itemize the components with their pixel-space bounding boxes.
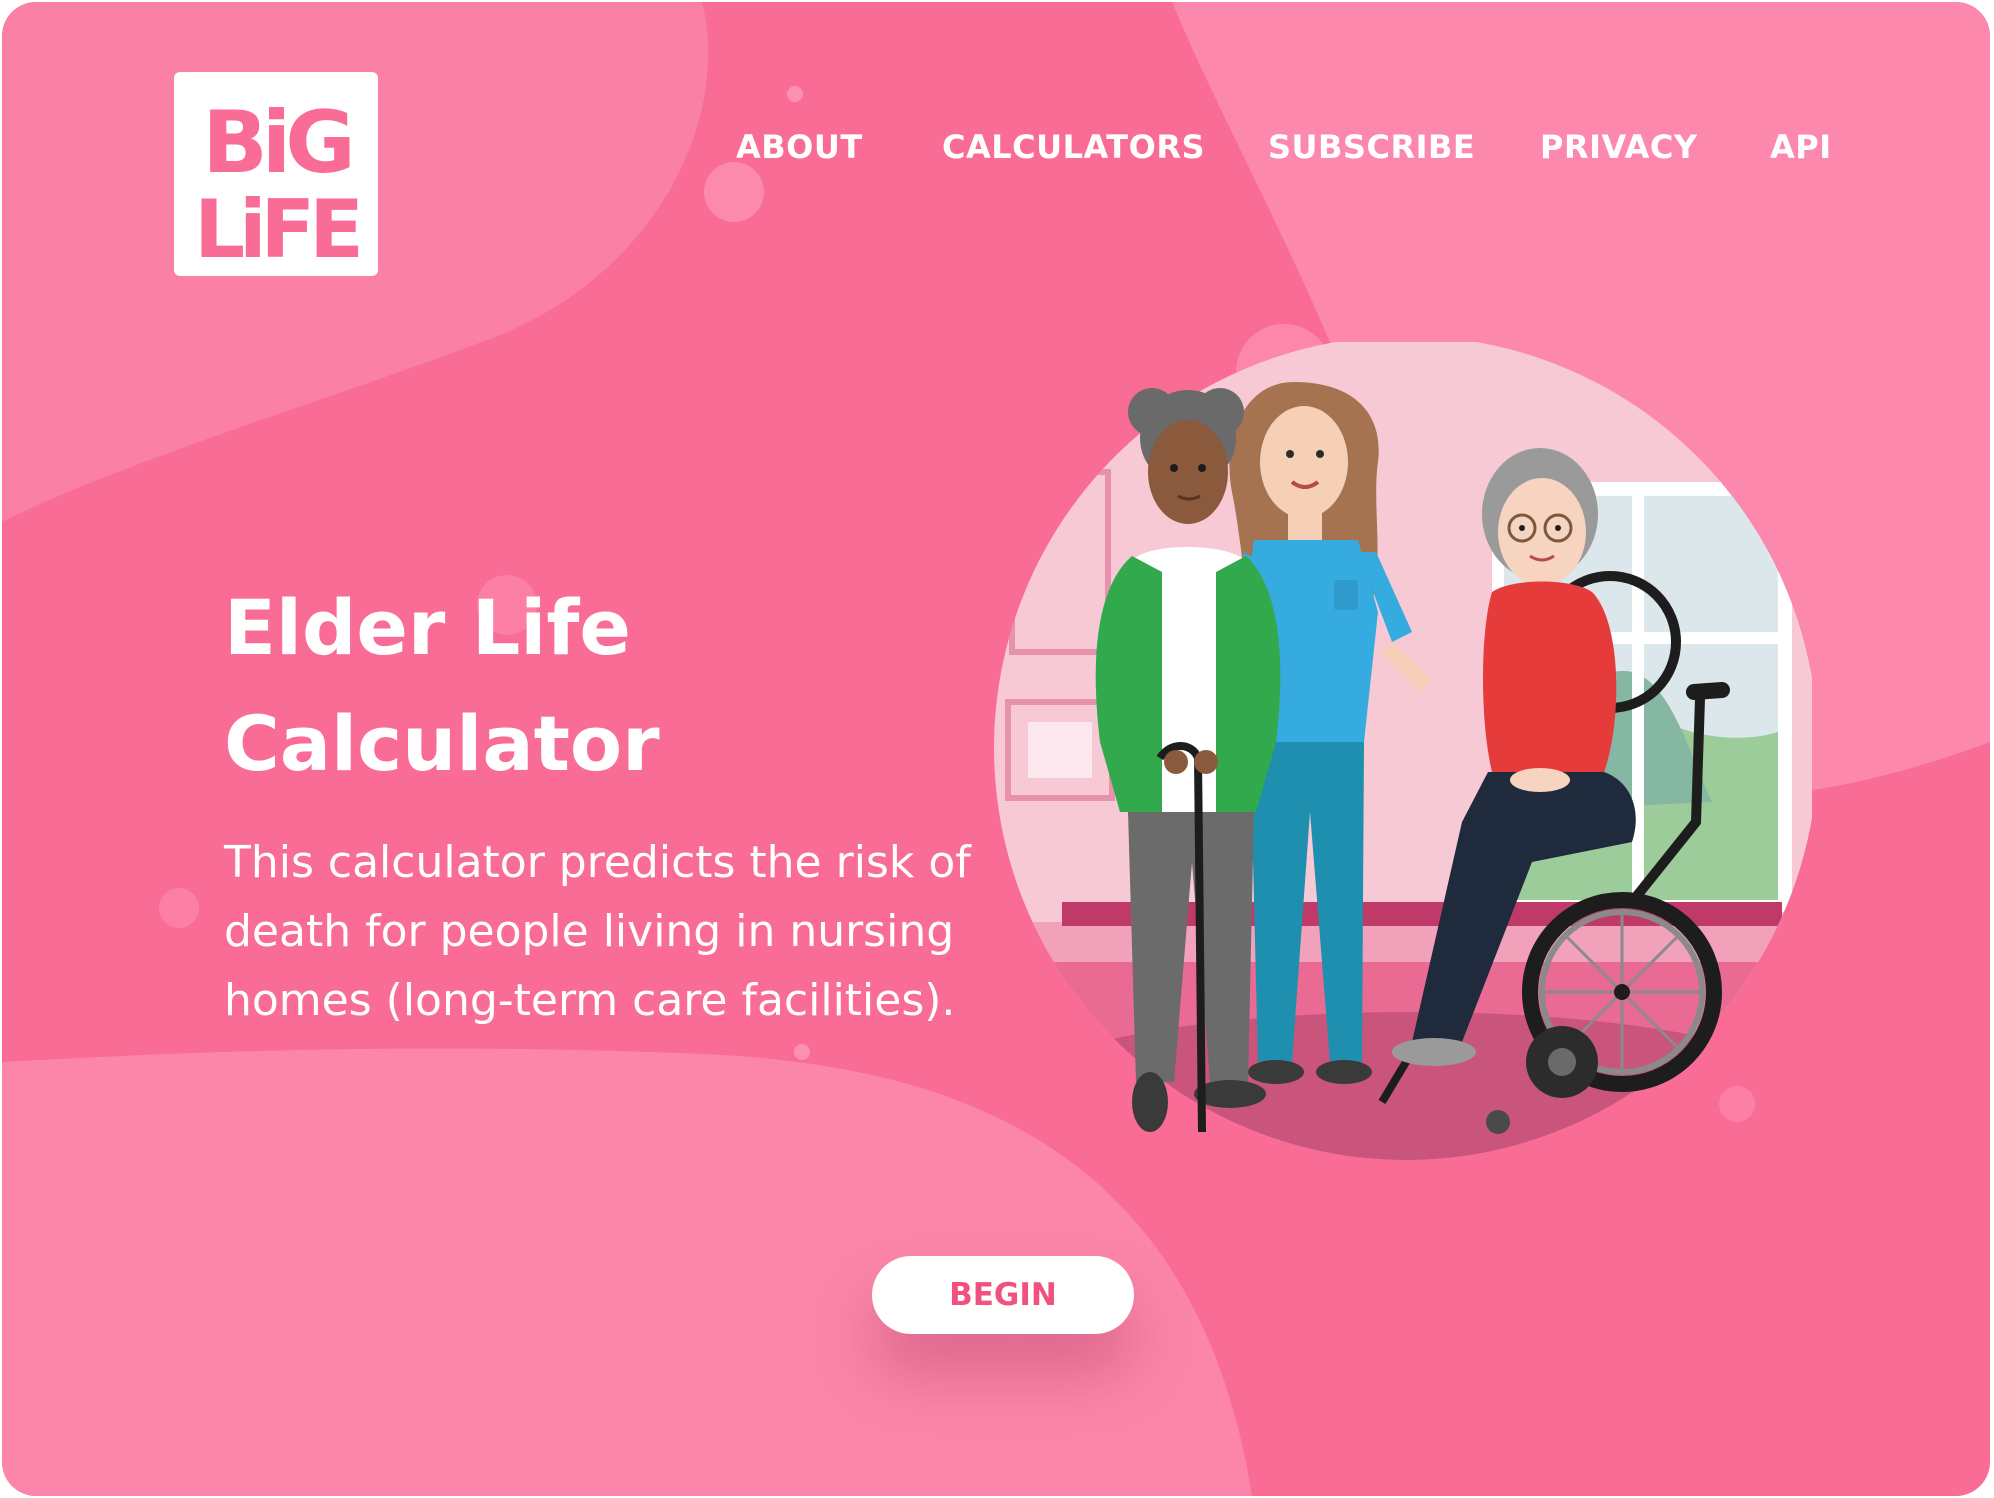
begin-button[interactable]: BEGIN	[872, 1256, 1134, 1334]
svg-text:LiFE: LiFE	[194, 183, 358, 276]
nav-privacy[interactable]: PRIVACY	[1540, 128, 1698, 166]
page-title: Elder Life Calculator	[224, 570, 864, 802]
nav-api[interactable]: API	[1770, 128, 1832, 166]
nav-subscribe[interactable]: SUBSCRIBE	[1268, 128, 1475, 166]
hero-description: This calculator predicts the risk of dea…	[224, 837, 971, 1026]
top-nav: ABOUT CALCULATORS SUBSCRIBE PRIVACY API	[2, 128, 1990, 168]
title-line-1: Elder Life	[224, 583, 631, 672]
big-life-logo[interactable]: BiG LiFE	[174, 72, 378, 276]
nav-calculators[interactable]: CALCULATORS	[942, 128, 1205, 166]
title-line-2: Calculator	[224, 699, 660, 788]
nav-about[interactable]: ABOUT	[736, 128, 863, 166]
page-frame: BiG LiFE ABOUT CALCULATORS SUBSCRIBE PRI…	[2, 2, 1990, 1496]
care-illustration	[994, 342, 1812, 1160]
